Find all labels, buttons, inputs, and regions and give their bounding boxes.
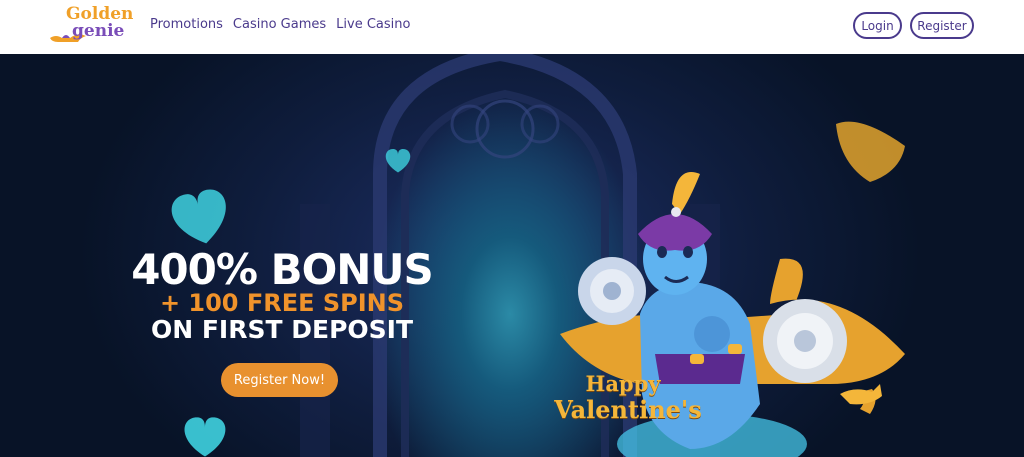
register-now-button[interactable]: Register Now! [221, 363, 338, 397]
nav-promotions[interactable]: Promotions [150, 17, 223, 32]
petal-decoration [836, 121, 905, 182]
promo-headline: 400% BONUS + 100 FREE SPINS ON FIRST DEP… [108, 248, 456, 344]
nav-live-casino[interactable]: Live Casino [336, 17, 410, 32]
register-button[interactable]: Register [910, 12, 974, 39]
valentine-greeting: Happy Valentine's [553, 372, 703, 424]
heart-icon [171, 189, 226, 244]
logo-line2: genie [72, 21, 125, 41]
logo-wordmark: Golden genie [66, 6, 133, 40]
rose-icon [763, 299, 847, 383]
login-button[interactable]: Login [853, 12, 902, 39]
first-deposit-text: ON FIRST DEPOSIT [150, 315, 414, 344]
heart-icon [184, 417, 226, 457]
bonus-title: 400% BONUS [131, 245, 434, 294]
valentine-line2: Valentine's [554, 395, 702, 424]
site-logo[interactable]: Golden genie [48, 6, 133, 48]
rose-icon [578, 257, 646, 325]
free-spins-text: + 100 FREE SPINS [159, 289, 405, 317]
valentine-line1: Happy [585, 371, 661, 396]
top-navigation-bar: Golden genie Promotions Casino Games Liv… [0, 0, 1024, 54]
magic-lamp-icon [840, 384, 882, 405]
nav-casino-games[interactable]: Casino Games [233, 17, 326, 32]
hero-banner: 400% BONUS + 100 FREE SPINS ON FIRST DEP… [0, 54, 1024, 457]
main-nav: Promotions Casino Games Live Casino [150, 17, 410, 32]
